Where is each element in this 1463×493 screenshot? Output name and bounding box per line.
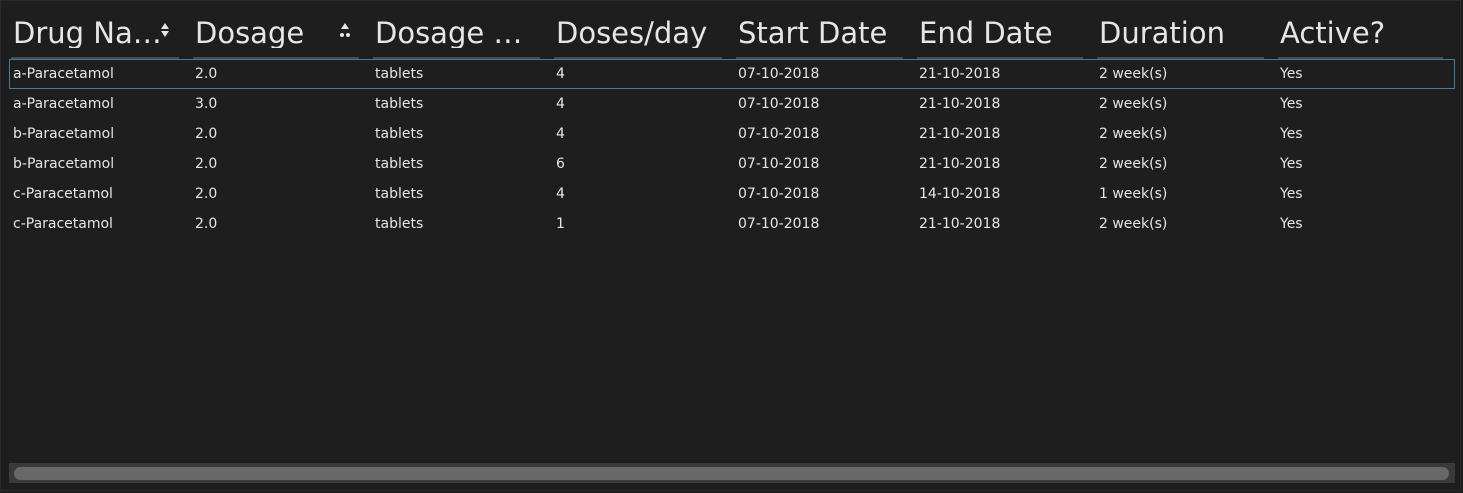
column-header-label: Dosage u… <box>375 19 540 48</box>
cell-doses-per-day: 4 <box>556 66 565 82</box>
cell-end-date: 21-10-2018 <box>919 126 1001 142</box>
cell-end-date: 21-10-2018 <box>919 96 1001 112</box>
cell-drug-name: b-Paracetamol <box>13 156 115 172</box>
cell-duration: 2 week(s) <box>1099 126 1168 142</box>
table-row[interactable]: b-Paracetamol 2.0 tablets 6 07-10-2018 2… <box>9 149 1455 179</box>
cell-dosage: 3.0 <box>195 96 218 112</box>
cell-drug-name: a-Paracetamol <box>13 66 114 82</box>
table-row[interactable]: a-Paracetamol 3.0 tablets 4 07-10-2018 2… <box>9 89 1455 119</box>
cell-doses-per-day: 4 <box>556 126 565 142</box>
cell-drug-name: c-Paracetamol <box>13 216 113 232</box>
medication-data-grid: Drug Na… Dosage Dosage u… Doses/day Star… <box>9 1 1455 239</box>
column-header-end-date[interactable]: End Date <box>915 1 1095 59</box>
column-header-label: End Date <box>919 19 1053 48</box>
column-header-label: Duration <box>1099 19 1225 48</box>
cell-active: Yes <box>1280 96 1303 112</box>
cell-dosage: 2.0 <box>195 66 218 82</box>
column-header-label: Active? <box>1280 19 1386 48</box>
column-header-label: Dosage <box>195 19 305 48</box>
cell-active: Yes <box>1280 186 1303 202</box>
cell-drug-name: a-Paracetamol <box>13 96 114 112</box>
cell-dosage-unit: tablets <box>375 66 424 82</box>
cell-duration: 1 week(s) <box>1099 186 1168 202</box>
cell-drug-name: c-Paracetamol <box>13 186 113 202</box>
column-header-drug-name[interactable]: Drug Na… <box>9 1 191 59</box>
cell-dosage-unit: tablets <box>375 186 424 202</box>
cell-start-date: 07-10-2018 <box>738 156 820 172</box>
column-header-duration[interactable]: Duration <box>1095 1 1276 59</box>
cell-active: Yes <box>1280 216 1303 232</box>
cell-drug-name: b-Paracetamol <box>13 126 115 142</box>
cell-dosage: 2.0 <box>195 126 218 142</box>
cell-doses-per-day: 6 <box>556 156 565 172</box>
cell-end-date: 21-10-2018 <box>919 216 1001 232</box>
cell-active: Yes <box>1280 66 1303 82</box>
cell-dosage-unit: tablets <box>375 156 424 172</box>
medication-table-window: Drug Na… Dosage Dosage u… Doses/day Star… <box>0 0 1461 491</box>
cell-doses-per-day: 1 <box>556 216 565 232</box>
column-header-label: Start Date <box>738 19 888 48</box>
table-row[interactable]: b-Paracetamol 2.0 tablets 4 07-10-2018 2… <box>9 119 1455 149</box>
column-header-dosage-unit[interactable]: Dosage u… <box>371 1 552 59</box>
cell-doses-per-day: 4 <box>556 96 565 112</box>
cell-start-date: 07-10-2018 <box>738 126 820 142</box>
cell-dosage-unit: tablets <box>375 96 424 112</box>
cell-end-date: 21-10-2018 <box>919 156 1001 172</box>
sort-ascending-icon[interactable] <box>159 21 171 43</box>
table-row[interactable]: c-Paracetamol 2.0 tablets 4 07-10-2018 1… <box>9 179 1455 209</box>
cell-start-date: 07-10-2018 <box>738 216 820 232</box>
cell-duration: 2 week(s) <box>1099 96 1168 112</box>
cell-dosage: 2.0 <box>195 186 218 202</box>
column-header-start-date[interactable]: Start Date <box>734 1 915 59</box>
horizontal-scrollbar[interactable] <box>9 463 1455 483</box>
cell-end-date: 21-10-2018 <box>919 66 1001 82</box>
cell-doses-per-day: 4 <box>556 186 565 202</box>
table-header: Drug Na… Dosage Dosage u… Doses/day Star… <box>9 1 1455 59</box>
cell-duration: 2 week(s) <box>1099 216 1168 232</box>
cell-start-date: 07-10-2018 <box>738 186 820 202</box>
table-body: a-Paracetamol 2.0 tablets 4 07-10-2018 2… <box>9 59 1455 239</box>
cell-dosage: 2.0 <box>195 216 218 232</box>
column-header-doses-per-day[interactable]: Doses/day <box>552 1 734 59</box>
cell-duration: 2 week(s) <box>1099 156 1168 172</box>
column-header-label: Doses/day <box>556 19 708 48</box>
table-row[interactable]: a-Paracetamol 2.0 tablets 4 07-10-2018 2… <box>9 59 1455 89</box>
column-header-label: Drug Na… <box>13 19 162 48</box>
cell-end-date: 14-10-2018 <box>919 186 1001 202</box>
cell-dosage-unit: tablets <box>375 126 424 142</box>
cell-active: Yes <box>1280 156 1303 172</box>
cell-start-date: 07-10-2018 <box>738 66 820 82</box>
column-header-active[interactable]: Active? <box>1276 1 1455 59</box>
cell-dosage: 2.0 <box>195 156 218 172</box>
cell-duration: 2 week(s) <box>1099 66 1168 82</box>
cell-active: Yes <box>1280 126 1303 142</box>
table-row[interactable]: c-Paracetamol 2.0 tablets 1 07-10-2018 2… <box>9 209 1455 239</box>
column-header-dosage[interactable]: Dosage <box>191 1 371 59</box>
sort-toggle-icon[interactable] <box>339 21 351 43</box>
scrollbar-thumb[interactable] <box>14 467 1449 480</box>
cell-start-date: 07-10-2018 <box>738 96 820 112</box>
cell-dosage-unit: tablets <box>375 216 424 232</box>
